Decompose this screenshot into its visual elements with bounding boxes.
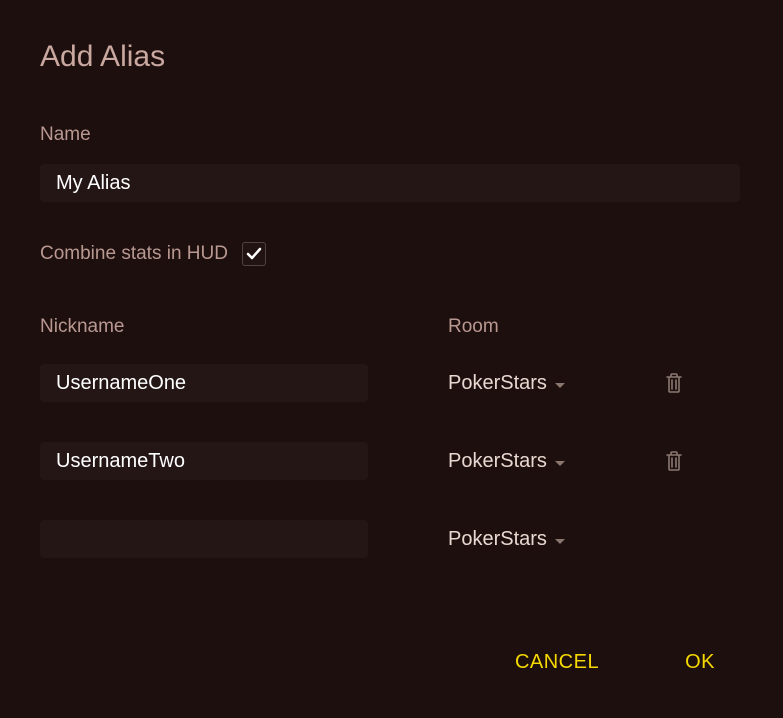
check-icon xyxy=(246,246,262,262)
alias-row: PokerStars xyxy=(40,519,743,559)
nickname-input[interactable] xyxy=(40,364,368,402)
room-column-label: Room xyxy=(448,316,499,337)
nickname-input[interactable] xyxy=(40,442,368,480)
combine-stats-checkbox[interactable] xyxy=(242,242,266,266)
dialog-title: Add Alias xyxy=(40,40,743,74)
name-input[interactable] xyxy=(40,164,740,202)
name-label: Name xyxy=(40,124,743,146)
room-value: PokerStars xyxy=(448,372,547,395)
add-alias-dialog: Add Alias Name Combine stats in HUD Nick… xyxy=(0,0,783,718)
alias-row: PokerStars xyxy=(40,441,743,481)
caret-down-icon xyxy=(555,461,565,466)
columns-header: Nickname Room xyxy=(40,316,743,338)
ok-button[interactable]: OK xyxy=(677,647,723,678)
caret-down-icon xyxy=(555,539,565,544)
cancel-button[interactable]: CANCEL xyxy=(507,647,607,678)
caret-down-icon xyxy=(555,383,565,388)
room-dropdown[interactable]: PokerStars xyxy=(448,450,664,473)
trash-icon[interactable] xyxy=(664,450,684,472)
combine-stats-row: Combine stats in HUD xyxy=(40,242,743,266)
room-dropdown[interactable]: PokerStars xyxy=(448,528,664,551)
nickname-input[interactable] xyxy=(40,520,368,558)
room-dropdown[interactable]: PokerStars xyxy=(448,372,664,395)
room-value: PokerStars xyxy=(448,450,547,473)
nickname-column-label: Nickname xyxy=(40,316,124,337)
dialog-actions: CANCEL OK xyxy=(40,647,743,678)
combine-stats-label: Combine stats in HUD xyxy=(40,243,228,265)
trash-icon[interactable] xyxy=(664,372,684,394)
alias-row: PokerStars xyxy=(40,363,743,403)
room-value: PokerStars xyxy=(448,528,547,551)
